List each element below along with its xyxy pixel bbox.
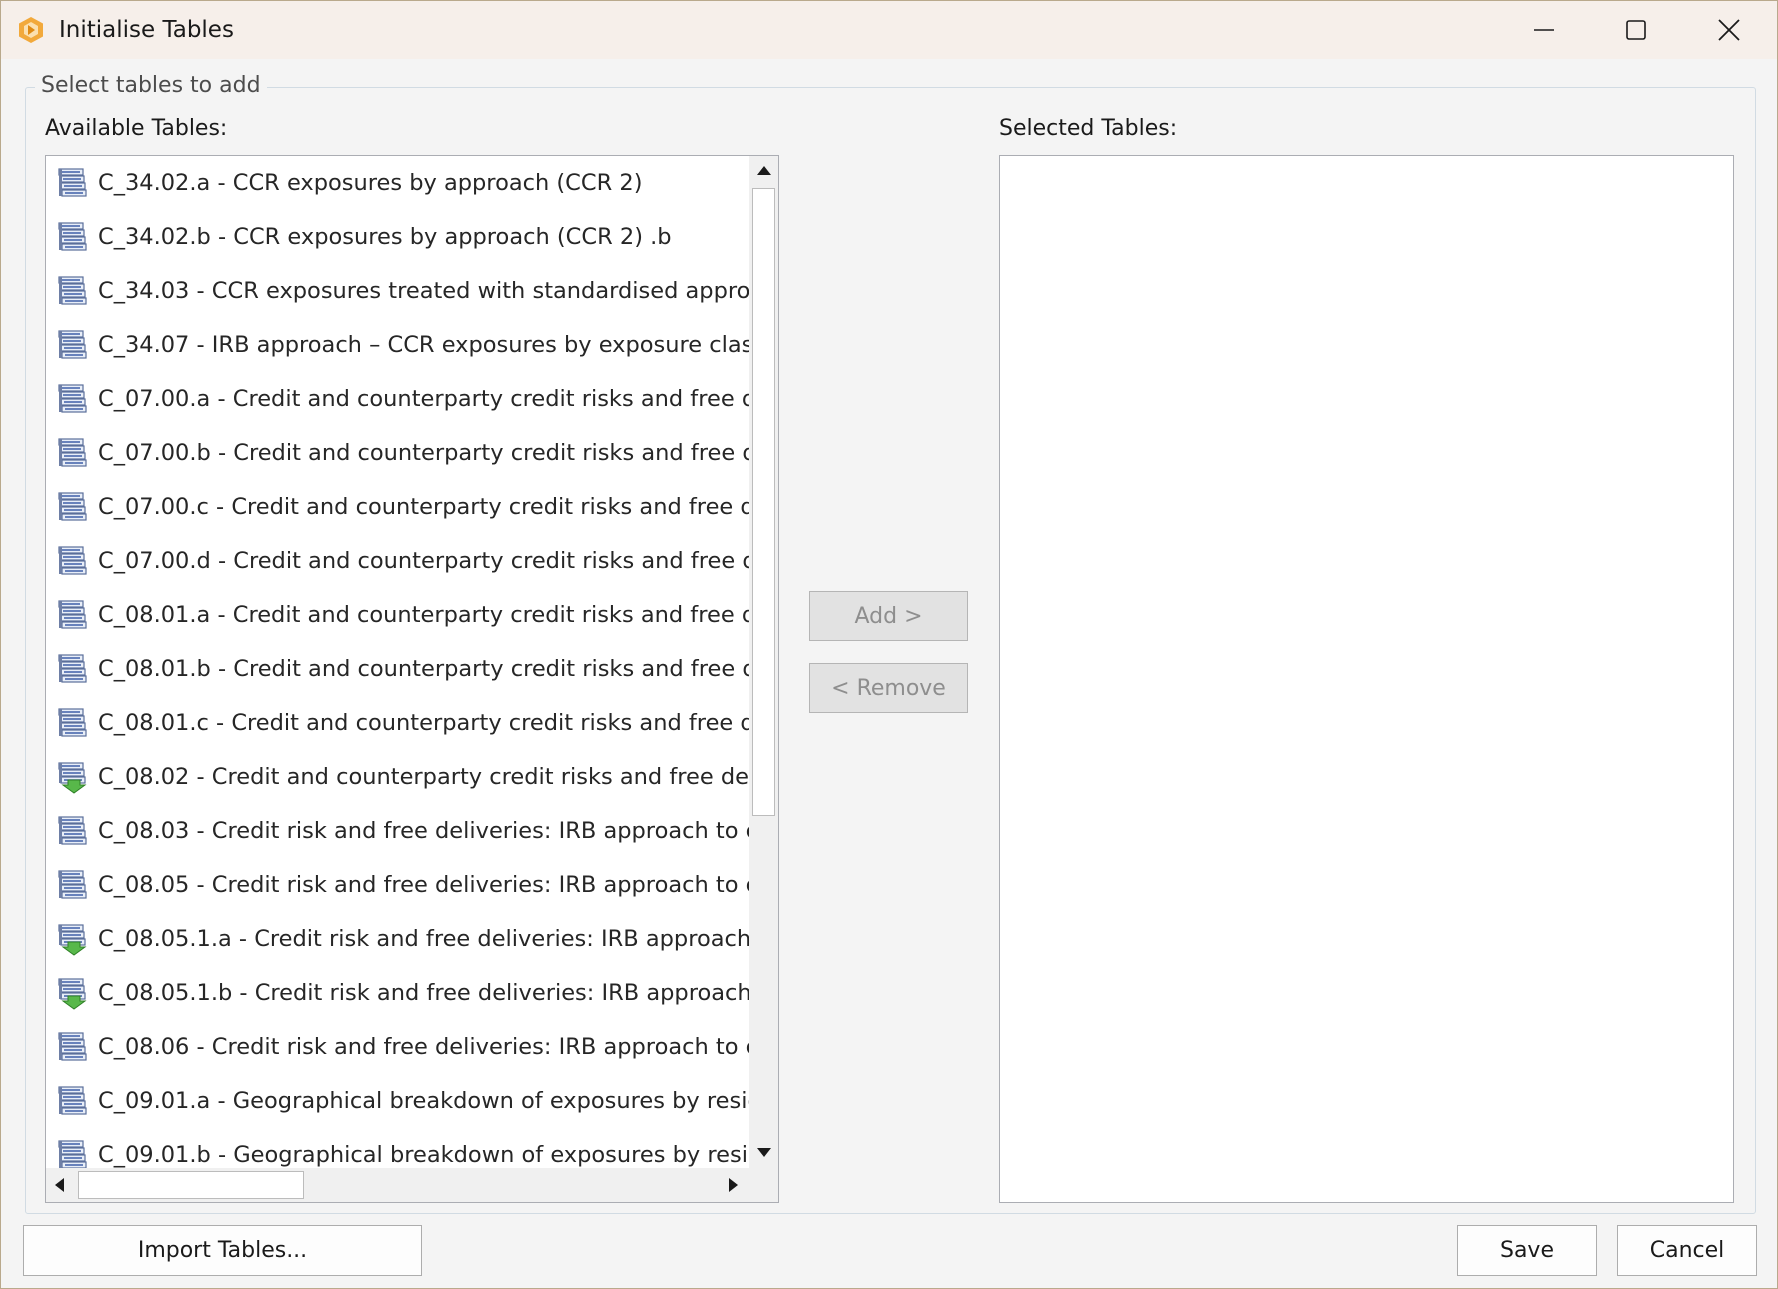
group-legend: Select tables to add: [35, 73, 267, 98]
selected-tables-label: Selected Tables:: [999, 116, 1178, 141]
vertical-scroll-thumb[interactable]: [752, 188, 775, 816]
list-item-label: C_09.01.b - Geographical breakdown of ex…: [98, 1142, 749, 1168]
list-item-label: C_08.01.c - Credit and counterparty cred…: [98, 710, 749, 736]
available-items-container: C_34.02.a - CCR exposures by approach (C…: [46, 156, 749, 1168]
save-button[interactable]: Save: [1457, 1225, 1597, 1276]
list-item[interactable]: C_07.00.c - Credit and counterparty cred…: [46, 480, 749, 534]
list-item-label: C_08.03 - Credit risk and free deliverie…: [98, 818, 749, 844]
minimize-icon: [1534, 29, 1554, 31]
list-item-label: C_07.00.d - Credit and counterparty cred…: [98, 548, 749, 574]
scroll-left-arrow-icon[interactable]: [55, 1178, 64, 1192]
list-item[interactable]: C_08.05.1.a - Credit risk and free deliv…: [46, 912, 749, 966]
table-download-icon: [58, 762, 87, 794]
list-item-label: C_34.03 - CCR exposures treated with sta…: [98, 278, 749, 304]
close-button[interactable]: [1683, 1, 1775, 59]
scroll-down-arrow-icon[interactable]: [757, 1148, 771, 1157]
initialise-tables-dialog: Initialise Tables Select tables to add A…: [0, 0, 1778, 1289]
table-icon: [58, 168, 87, 197]
maximize-icon: [1626, 20, 1646, 40]
list-item[interactable]: C_08.05 - Credit risk and free deliverie…: [46, 858, 749, 912]
list-item-label: C_34.02.b - CCR exposures by approach (C…: [98, 224, 672, 250]
table-icon: [58, 492, 87, 521]
table-download-icon: [58, 924, 87, 956]
add-button[interactable]: Add >: [809, 591, 968, 641]
list-item-label: C_07.00.b - Credit and counterparty cred…: [98, 440, 749, 466]
table-icon: [58, 816, 87, 845]
close-icon: [1718, 19, 1740, 41]
list-item-label: C_07.00.c - Credit and counterparty cred…: [98, 494, 749, 520]
table-icon: [58, 1140, 87, 1168]
table-icon: [58, 438, 87, 467]
list-item-label: C_09.01.a - Geographical breakdown of ex…: [98, 1088, 749, 1114]
title-bar[interactable]: Initialise Tables: [1, 1, 1777, 59]
table-download-icon: [58, 978, 87, 1010]
horizontal-scrollbar[interactable]: [46, 1168, 749, 1202]
list-item-label: C_07.00.a - Credit and counterparty cred…: [98, 386, 749, 412]
table-icon: [58, 276, 87, 305]
list-item[interactable]: C_34.02.a - CCR exposures by approach (C…: [46, 156, 749, 210]
list-item-label: C_08.06 - Credit risk and free deliverie…: [98, 1034, 749, 1060]
list-item[interactable]: C_34.03 - CCR exposures treated with sta…: [46, 264, 749, 318]
scrollbar-corner: [749, 1168, 778, 1202]
horizontal-scroll-thumb[interactable]: [78, 1171, 304, 1199]
table-icon: [58, 384, 87, 413]
table-icon: [58, 654, 87, 683]
list-item-label: C_34.02.a - CCR exposures by approach (C…: [98, 170, 643, 196]
list-item[interactable]: C_34.02.b - CCR exposures by approach (C…: [46, 210, 749, 264]
list-item[interactable]: C_08.05.1.b - Credit risk and free deliv…: [46, 966, 749, 1020]
scroll-right-arrow-icon[interactable]: [729, 1178, 738, 1192]
selected-tables-list[interactable]: [999, 155, 1734, 1203]
list-item-label: C_08.01.a - Credit and counterparty cred…: [98, 602, 749, 628]
minimize-button[interactable]: [1498, 1, 1590, 59]
available-tables-label: Available Tables:: [45, 116, 228, 141]
table-icon: [58, 600, 87, 629]
list-item-label: C_08.05 - Credit risk and free deliverie…: [98, 872, 749, 898]
import-tables-button[interactable]: Import Tables...: [23, 1225, 422, 1276]
table-icon: [58, 870, 87, 899]
scroll-up-arrow-icon[interactable]: [757, 166, 771, 175]
list-item-label: C_08.05.1.a - Credit risk and free deliv…: [98, 926, 749, 952]
maximize-button[interactable]: [1590, 1, 1682, 59]
list-item[interactable]: C_07.00.a - Credit and counterparty cred…: [46, 372, 749, 426]
remove-button[interactable]: < Remove: [809, 663, 968, 713]
cancel-button[interactable]: Cancel: [1617, 1225, 1757, 1276]
list-item[interactable]: C_08.01.b - Credit and counterparty cred…: [46, 642, 749, 696]
list-item-label: C_34.07 - IRB approach – CCR exposures b…: [98, 332, 749, 358]
table-icon: [58, 546, 87, 575]
table-icon: [58, 708, 87, 737]
list-item[interactable]: C_09.01.b - Geographical breakdown of ex…: [46, 1128, 749, 1168]
list-item[interactable]: C_08.01.a - Credit and counterparty cred…: [46, 588, 749, 642]
list-item[interactable]: C_07.00.b - Credit and counterparty cred…: [46, 426, 749, 480]
table-icon: [58, 1086, 87, 1115]
list-item[interactable]: C_08.01.c - Credit and counterparty cred…: [46, 696, 749, 750]
list-item[interactable]: C_08.02 - Credit and counterparty credit…: [46, 750, 749, 804]
table-icon: [58, 222, 87, 251]
vertical-scrollbar[interactable]: [749, 156, 778, 1168]
table-icon: [58, 1032, 87, 1061]
list-item[interactable]: C_09.01.a - Geographical breakdown of ex…: [46, 1074, 749, 1128]
list-item-label: C_08.05.1.b - Credit risk and free deliv…: [98, 980, 749, 1006]
window-title: Initialise Tables: [59, 17, 234, 43]
table-icon: [58, 330, 87, 359]
list-item-label: C_08.01.b - Credit and counterparty cred…: [98, 656, 749, 682]
list-item[interactable]: C_07.00.d - Credit and counterparty cred…: [46, 534, 749, 588]
available-tables-list[interactable]: C_34.02.a - CCR exposures by approach (C…: [45, 155, 779, 1203]
list-item[interactable]: C_08.03 - Credit risk and free deliverie…: [46, 804, 749, 858]
list-item-label: C_08.02 - Credit and counterparty credit…: [98, 764, 749, 790]
list-item[interactable]: C_34.07 - IRB approach – CCR exposures b…: [46, 318, 749, 372]
app-logo-icon: [19, 17, 43, 43]
list-item[interactable]: C_08.06 - Credit risk and free deliverie…: [46, 1020, 749, 1074]
dialog-body: Select tables to add Available Tables: S…: [1, 59, 1777, 1288]
